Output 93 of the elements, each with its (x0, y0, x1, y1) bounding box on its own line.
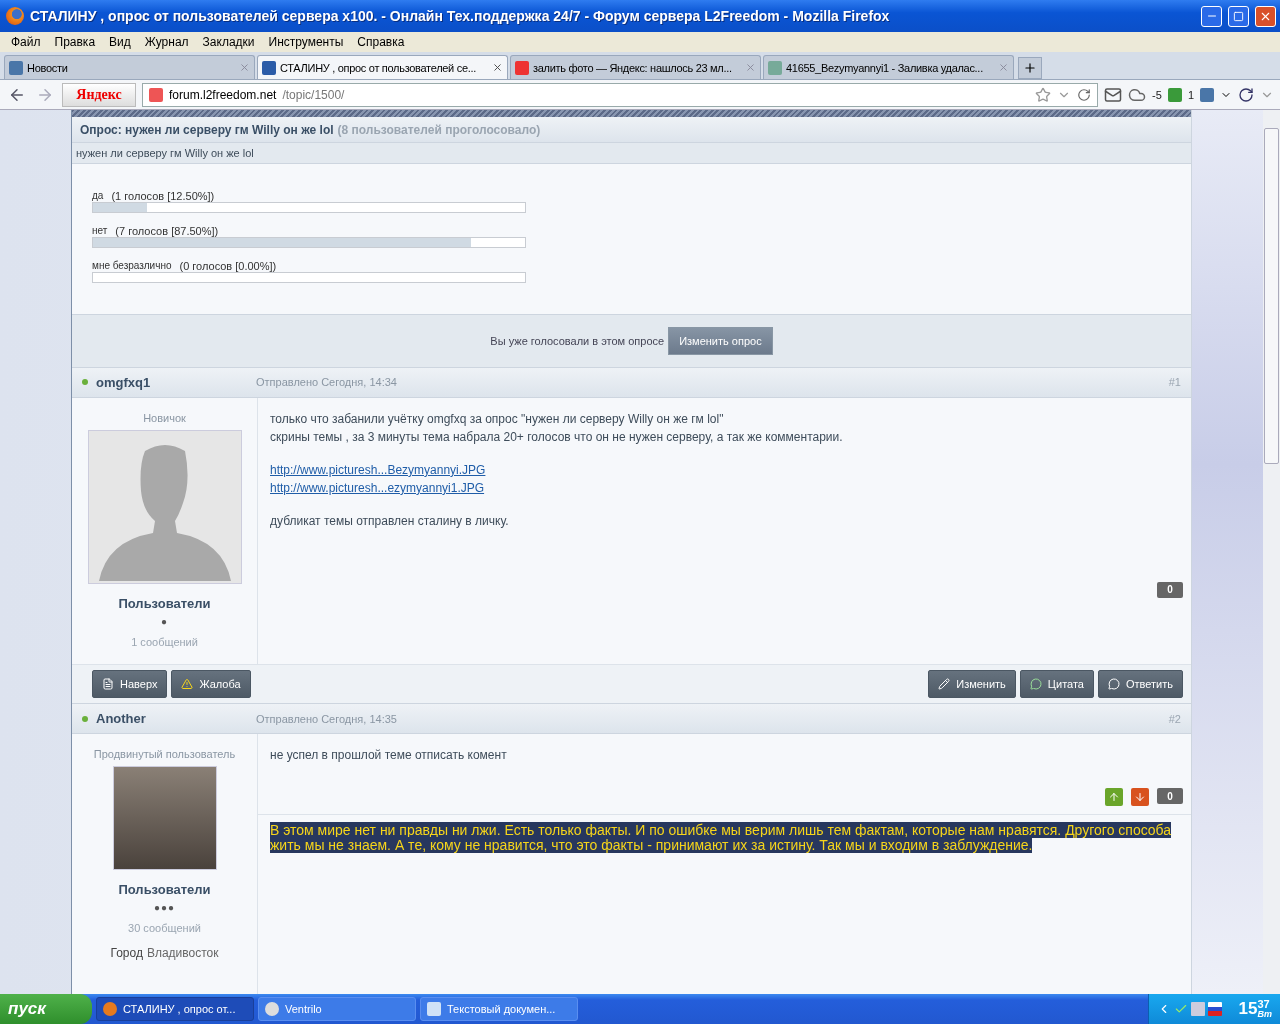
language-flag-icon[interactable] (1208, 1002, 1222, 1016)
reputation-count: 0 (1157, 788, 1183, 804)
poll-option-label: да (92, 190, 104, 203)
post-action-button[interactable]: Изменить (928, 669, 1016, 698)
voted-note: Вы уже голосовали в этом опросе (490, 335, 665, 348)
post-action-button[interactable]: Наверх (92, 669, 168, 698)
plus-icon (1023, 61, 1037, 75)
rank-pips: ● (160, 615, 168, 627)
browser-tab[interactable]: залить фото — Яндекс: нашлось 23 мл... (510, 55, 761, 79)
post-date: Отправлено Сегодня, 14:35 (256, 712, 398, 725)
poll-vote-count: (0 голосов [0.00%]) (179, 260, 277, 273)
vote-up-button[interactable] (1105, 788, 1123, 806)
poll-voter-count: (8 пользователей проголосовало) (337, 122, 541, 137)
maximize-icon (1233, 10, 1244, 22)
change-poll-button[interactable]: Изменить опрос (668, 327, 773, 356)
maximize-button[interactable] (1228, 5, 1249, 27)
poll-vote-count: (7 голосов [87.50%]) (115, 225, 219, 238)
site-favicon-icon (149, 87, 163, 102)
post-text: не успел в прошлой теме отписать комент (270, 748, 508, 762)
post-action-button[interactable]: Ответить (1097, 669, 1183, 698)
arrow-down-icon (1134, 791, 1146, 803)
post-count: 1 сообщений (131, 635, 198, 648)
post-link[interactable]: http://www.picturesh...Bezymyannyi.JPG (270, 462, 486, 477)
profile-field-label: Город (110, 946, 143, 960)
vote-down-button[interactable] (1131, 788, 1149, 806)
scrollbar-thumb[interactable] (1264, 128, 1279, 464)
post-text: дубликат темы отправлен сталину в личку. (270, 513, 510, 528)
app-icon (427, 1002, 441, 1016)
close-button[interactable] (1255, 5, 1276, 27)
post-author[interactable]: Another (96, 711, 256, 727)
speech-bubble-icon (1107, 677, 1120, 690)
warning-icon (181, 677, 194, 690)
post-action-button[interactable]: Жалоба (171, 669, 251, 698)
profile-field-value: Владивосток (146, 946, 219, 960)
page-up-icon (102, 677, 114, 690)
menu-item[interactable]: Инструменты (261, 35, 351, 49)
post-link[interactable]: http://www.picturesh...ezymyannyi1.JPG (270, 480, 485, 495)
reputation-count: 0 (1157, 581, 1183, 598)
poll-title: Опрос: нужен ли серверу гм Willy он же lol (80, 122, 334, 137)
window-title: СТАЛИНУ , опрос от пользователей сервера x100. - Онлайн Тех.поддержка 24/7 - Форум сервера L2Freedom - Mozilla Firefox (30, 8, 891, 24)
taskbar-button[interactable]: Ventrilo (258, 997, 416, 1021)
site-favicon-icon (515, 60, 529, 75)
site-favicon-icon (9, 60, 23, 75)
speech-bubble-icon (1029, 677, 1042, 690)
poll-option-label: нет (92, 225, 108, 238)
new-tab-button[interactable] (1018, 57, 1042, 79)
app-icon (103, 1002, 117, 1016)
user-group: Пользователи (118, 595, 211, 611)
scrollbar[interactable] (1263, 110, 1280, 994)
app-icon (265, 1002, 279, 1016)
reload-icon[interactable] (1077, 87, 1092, 102)
post-count: 30 сообщений (128, 922, 201, 934)
post-date: Отправлено Сегодня, 14:34 (256, 376, 398, 389)
site-favicon-icon (768, 60, 782, 75)
counter-icon[interactable] (1167, 87, 1182, 102)
rank-pips: ●●● (153, 902, 176, 913)
user-rank: Продвинутый пользователь (93, 748, 236, 760)
poll-option-label: мне безразлично (92, 260, 172, 273)
post-text: скрины темы , за 3 минуты тема набрала 20+ голосов что он не нужен серверу, а так же комментарии. (270, 429, 844, 444)
browser-tab[interactable]: Новости (4, 55, 255, 79)
browser-tab[interactable]: 41655_Bezymyannyi1 - Заливка удалас... (763, 55, 1014, 79)
menu-item[interactable]: Правка (47, 35, 103, 49)
site-favicon-icon (262, 60, 276, 75)
firefox-logo-icon (6, 7, 24, 25)
search-engine-button[interactable]: Яндекс (62, 82, 136, 107)
shield-check-icon[interactable] (1174, 1002, 1188, 1016)
poll-question: нужен ли серверу гм Willy он же lol (72, 143, 1191, 165)
sync-icon[interactable] (1238, 86, 1254, 103)
close-icon[interactable] (492, 62, 503, 73)
menu-item[interactable]: Закладки (195, 35, 262, 49)
post-text: только что забанили учётку omgfxq за опрос "нужен ли серверу Willy он же гм lol" (270, 411, 725, 426)
taskbar-button[interactable]: Текстовый докумен... (420, 997, 578, 1021)
mail-icon[interactable] (1104, 85, 1123, 104)
minimize-button[interactable] (1201, 5, 1222, 27)
menu-item[interactable]: Справка (350, 35, 412, 49)
bookmark-star-icon[interactable] (1035, 86, 1052, 103)
post-author[interactable]: omgfxq1 (96, 374, 256, 390)
menu-item[interactable]: Вид (102, 35, 138, 49)
poll-vote-count: (1 голосов [12.50%]) (111, 190, 215, 203)
arrow-up-icon (1108, 791, 1120, 803)
notification-count: 1 (1187, 88, 1194, 101)
menu-item[interactable]: Журнал (137, 35, 196, 49)
social-button-icon[interactable] (1200, 87, 1214, 102)
pencil-icon (938, 677, 951, 690)
address-field[interactable]: forum.l2freedom.net /topic/1500/ (142, 82, 1099, 107)
taskbar-button[interactable]: СТАЛИНУ , опрос от... (96, 997, 254, 1021)
user-group: Пользователи (118, 882, 211, 897)
weather-reading: -5 (1152, 88, 1162, 101)
browser-tab[interactable]: СТАЛИНУ , опрос от пользователей се... (257, 55, 508, 79)
signature-text: В этом мире нет ни правды ни лжи. Есть только факты. И по ошибке мы верим лишь тем фактам, которые нам нравятся. Другого способа жить мы не знаем. А те, кому не нравится, что это факты - принимают их за истину. Так мы и входим в заблуждение. (270, 823, 1173, 853)
post-action-button[interactable]: Цитата (1019, 669, 1094, 698)
user-rank: Новичок (143, 411, 186, 424)
menu-item[interactable]: Файл (4, 35, 48, 49)
